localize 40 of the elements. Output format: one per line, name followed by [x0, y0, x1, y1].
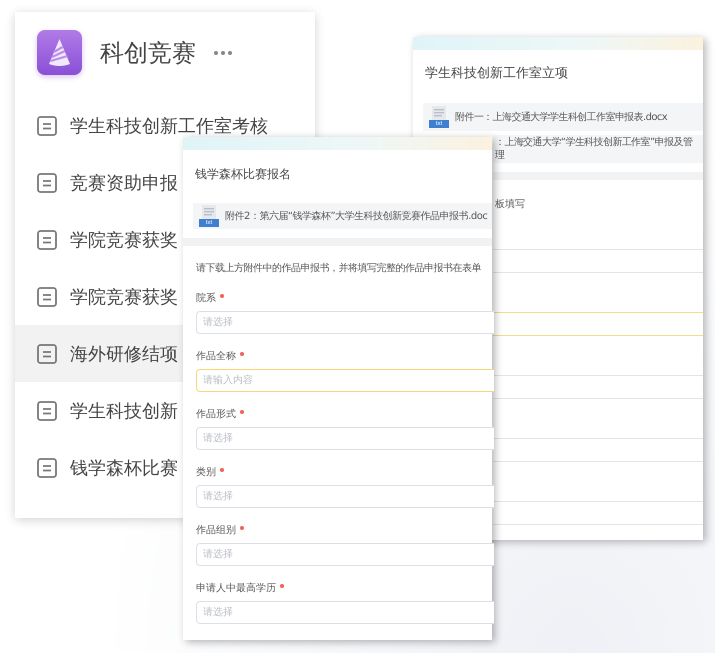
input-field[interactable]: [493, 501, 703, 525]
input-field[interactable]: 请选择: [196, 543, 494, 566]
app-title: 科创竞赛: [100, 38, 196, 68]
instruction-text: 板填写: [494, 198, 526, 211]
field-label: 类别: [196, 466, 216, 479]
list-item[interactable]: 学院竞赛获奖: [15, 211, 183, 268]
document-icon: [37, 286, 57, 306]
document-icon: [37, 172, 57, 192]
document-icon: [37, 458, 57, 478]
list-item[interactable]: 海外研修结项: [15, 325, 183, 382]
input-field[interactable]: [493, 249, 703, 273]
input-field[interactable]: [493, 312, 703, 336]
input-field[interactable]: 请选择: [196, 311, 494, 334]
field-label: 院系: [196, 292, 216, 305]
field-label: 作品形式: [196, 408, 236, 421]
field-label: 作品组别: [196, 524, 236, 537]
more-icon[interactable]: [214, 50, 232, 56]
list-item[interactable]: 钱学森杯比赛: [15, 439, 183, 496]
attachment-name[interactable]: 附件2：第六届“钱学森杯”大学生科技创新竞赛作品申报书.doc: [225, 210, 488, 222]
list-item[interactable]: 学院竞赛获奖: [15, 268, 183, 325]
document-icon: [37, 344, 57, 364]
list-item[interactable]: 学生科技创新工作室考核: [15, 97, 268, 154]
input-field[interactable]: 请选择: [196, 485, 494, 508]
input-field[interactable]: [493, 375, 703, 399]
instruction-text: 请下载上方附件中的作品申报书，并将填写完整的作品申报书在表单: [196, 262, 480, 276]
document-icon: [37, 116, 57, 136]
field-label: 申请人中最高学历: [196, 582, 276, 595]
attachment-name[interactable]: 附件一：上海交通大学学生科创工作室申报表.docx: [455, 110, 668, 124]
input-field[interactable]: 请选择: [196, 427, 494, 450]
form-title: 学生科技创新工作室立项: [424, 65, 569, 83]
document-icon: [37, 230, 57, 250]
field-label: 作品全称: [196, 350, 236, 363]
form-title: 钱学森杯比赛报名: [194, 166, 292, 183]
list-item[interactable]: 学生科技创新: [15, 382, 183, 439]
input-field[interactable]: 请选择: [196, 601, 494, 624]
input-field[interactable]: 请输入内容: [196, 369, 494, 392]
input-field[interactable]: [493, 438, 703, 462]
document-icon: [37, 400, 57, 420]
app-logo-icon: [37, 30, 82, 75]
list-item[interactable]: 竞赛资助申报: [15, 154, 183, 211]
